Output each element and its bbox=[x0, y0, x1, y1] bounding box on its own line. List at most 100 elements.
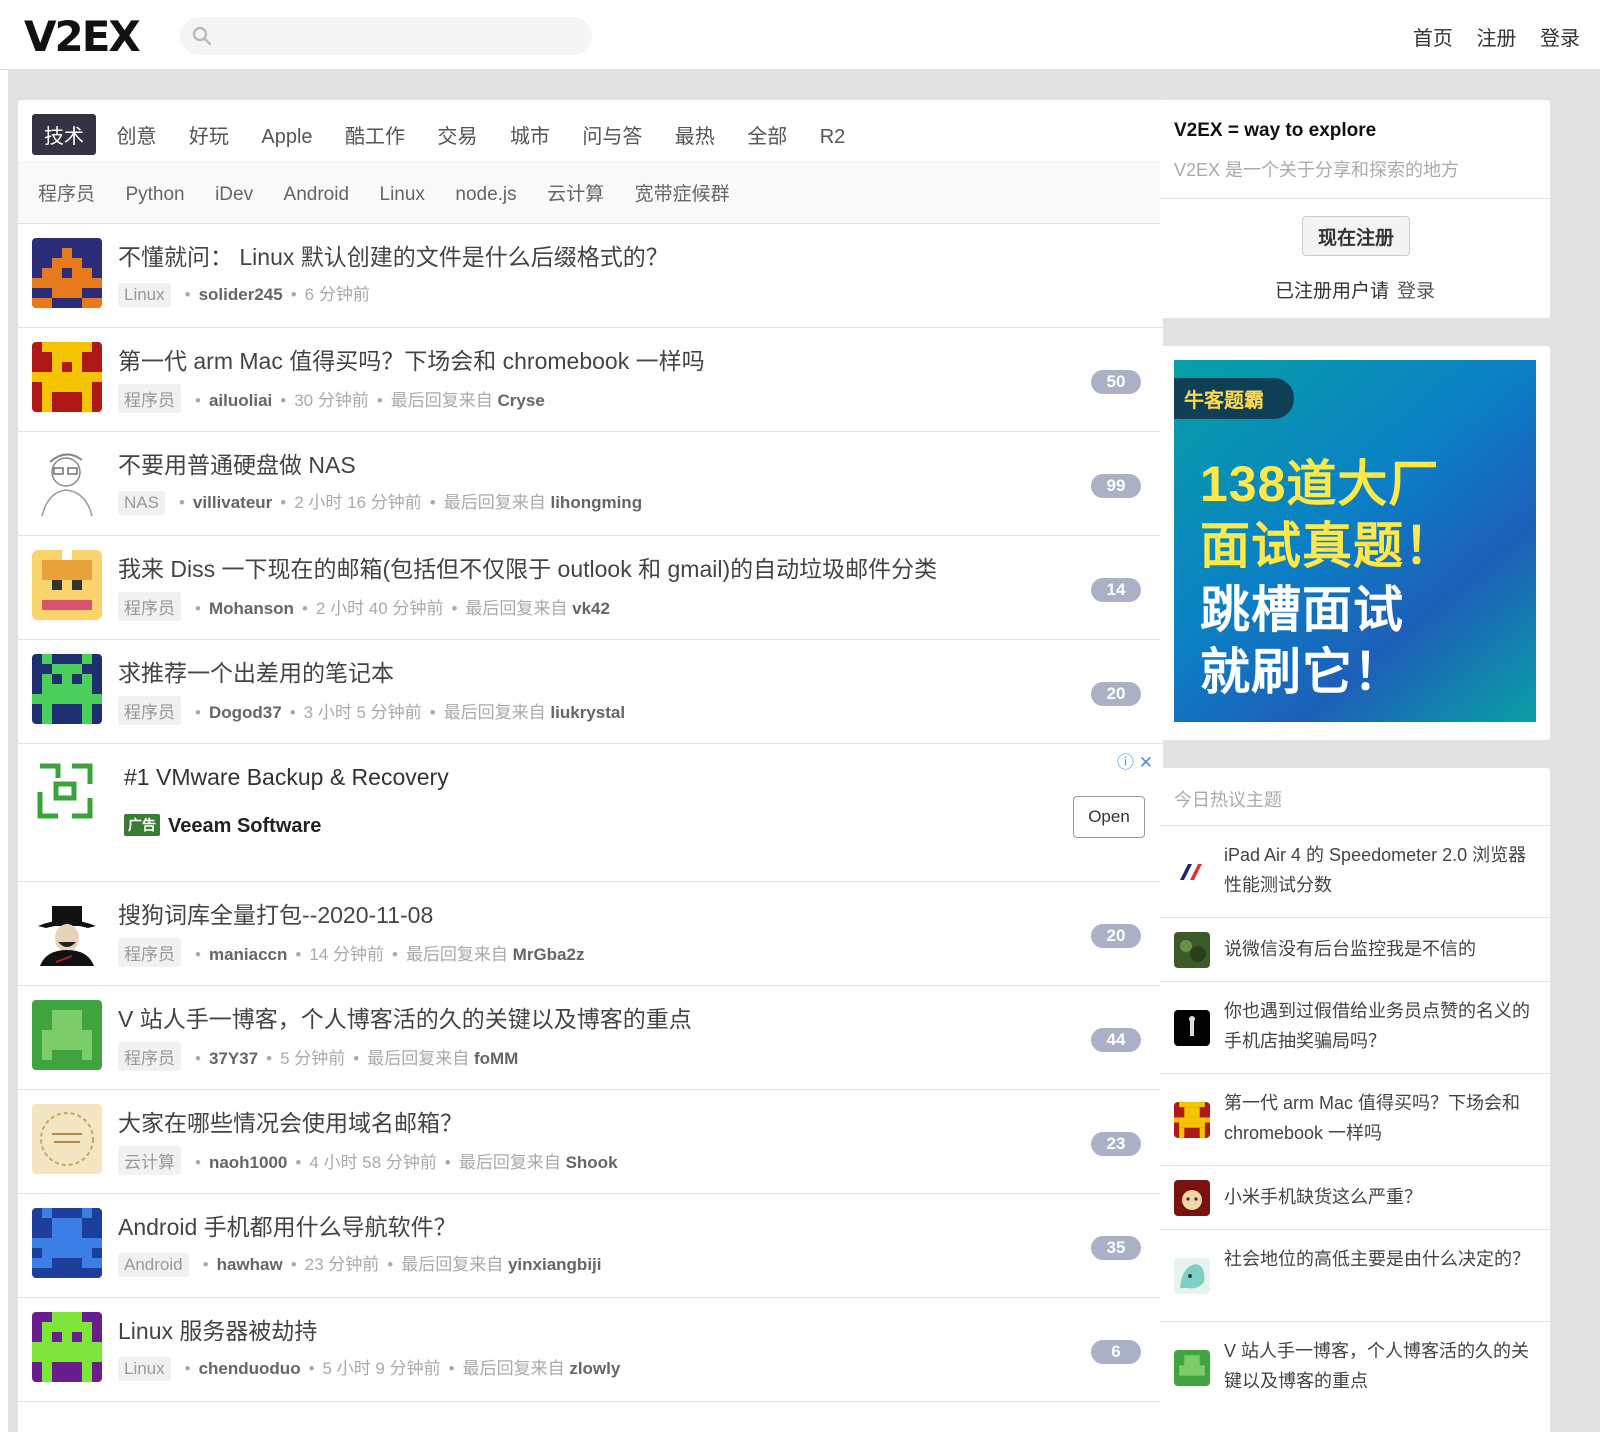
avatar[interactable] bbox=[1174, 854, 1210, 890]
login-link[interactable]: 登录 bbox=[1397, 281, 1435, 302]
author-link[interactable]: solider245 bbox=[199, 285, 283, 304]
node-tag[interactable]: Linux bbox=[118, 1357, 171, 1381]
avatar[interactable] bbox=[1174, 932, 1210, 968]
ad-sponsor-name[interactable]: Veeam Software bbox=[168, 815, 321, 837]
tab-city[interactable]: 城市 bbox=[498, 114, 562, 155]
avatar[interactable] bbox=[32, 1312, 102, 1382]
subtab-python[interactable]: Python bbox=[125, 184, 184, 206]
avatar[interactable] bbox=[1174, 1258, 1210, 1294]
hot-topic-title[interactable]: iPad Air 4 的 Speedometer 2.0 浏览器性能测试分数 bbox=[1224, 840, 1536, 900]
register-button[interactable]: 现在注册 bbox=[1302, 216, 1410, 256]
nav-register-link[interactable]: 注册 bbox=[1476, 28, 1516, 50]
topic-title[interactable]: Linux 服务器被劫持 bbox=[118, 1312, 317, 1346]
topic-title[interactable]: 我来 Diss 一下现在的邮箱(包括但不仅限于 outlook 和 gmail)… bbox=[118, 550, 937, 584]
tab-creative[interactable]: 创意 bbox=[104, 114, 168, 155]
node-tag[interactable]: Android bbox=[118, 1253, 189, 1277]
subtab-android[interactable]: Android bbox=[284, 184, 350, 206]
avatar[interactable] bbox=[32, 1104, 102, 1174]
avatar[interactable] bbox=[32, 238, 102, 308]
subtab-broadband[interactable]: 宽带症候群 bbox=[635, 179, 730, 206]
subtab-nodejs[interactable]: node.js bbox=[455, 184, 516, 206]
tab-qna[interactable]: 问与答 bbox=[570, 114, 654, 155]
reply-count-badge[interactable]: 20 bbox=[1091, 682, 1141, 706]
last-reply-user[interactable]: Cryse bbox=[498, 391, 545, 410]
node-tag[interactable]: 云计算 bbox=[118, 1146, 181, 1175]
node-tag[interactable]: 程序员 bbox=[118, 1042, 181, 1071]
site-logo[interactable]: V2EX bbox=[24, 12, 141, 61]
tab-r2[interactable]: R2 bbox=[808, 120, 858, 155]
hot-topic-title[interactable]: 说微信没有后台监控我是不信的 bbox=[1224, 934, 1536, 964]
author-link[interactable]: naoh1000 bbox=[209, 1153, 287, 1172]
node-tag[interactable]: 程序员 bbox=[118, 384, 181, 413]
avatar[interactable] bbox=[32, 342, 102, 412]
subtab-programmer[interactable]: 程序员 bbox=[38, 179, 95, 206]
tab-jobs[interactable]: 酷工作 bbox=[333, 114, 417, 155]
avatar[interactable] bbox=[32, 654, 102, 724]
topic-title[interactable]: V 站人手一博客，个人博客活的久的关键以及博客的重点 bbox=[118, 1000, 692, 1034]
node-tag[interactable]: 程序员 bbox=[118, 938, 181, 967]
tab-deals[interactable]: 交易 bbox=[425, 114, 489, 155]
hot-topic-title[interactable]: V 站人手一博客，个人博客活的久的关键以及博客的重点 bbox=[1224, 1336, 1536, 1396]
node-tag[interactable]: 程序员 bbox=[118, 592, 181, 621]
hot-topic-title[interactable]: 小米手机缺货这么严重？ bbox=[1224, 1182, 1536, 1212]
last-reply-user[interactable]: foMM bbox=[474, 1049, 518, 1068]
hot-topic-title[interactable]: 社会地位的高低主要是由什么决定的？ bbox=[1224, 1244, 1536, 1274]
reply-count-badge[interactable]: 14 bbox=[1091, 578, 1141, 602]
nav-home-link[interactable]: 首页 bbox=[1413, 28, 1453, 50]
node-tag[interactable]: NAS bbox=[118, 491, 165, 515]
avatar[interactable] bbox=[32, 1000, 102, 1070]
avatar[interactable] bbox=[1174, 1102, 1210, 1138]
tab-hot[interactable]: 最热 bbox=[663, 114, 727, 155]
sponsored-ad-row[interactable]: #1 VMware Backup & Recovery 广告 Veeam Soft… bbox=[18, 744, 1163, 882]
avatar[interactable] bbox=[32, 1208, 102, 1278]
last-reply-user[interactable]: vk42 bbox=[572, 599, 610, 618]
search-input[interactable] bbox=[224, 21, 574, 51]
avatar[interactable] bbox=[32, 896, 102, 966]
author-link[interactable]: hawhaw bbox=[217, 1255, 283, 1274]
ad-open-button[interactable]: Open bbox=[1073, 796, 1145, 838]
hot-topic-title[interactable]: 第一代 arm Mac 值得买吗？下场会和 chromebook 一样吗 bbox=[1224, 1088, 1536, 1148]
last-reply-user[interactable]: liukrystal bbox=[550, 703, 625, 722]
topic-title[interactable]: 求推荐一个出差用的笔记本 bbox=[118, 654, 394, 688]
search-box[interactable] bbox=[180, 17, 592, 55]
subtab-idev[interactable]: iDev bbox=[215, 184, 253, 206]
node-tag[interactable]: Linux bbox=[118, 283, 171, 307]
author-link[interactable]: ailuoliai bbox=[209, 391, 272, 410]
reply-count-badge[interactable]: 23 bbox=[1091, 1132, 1141, 1156]
topic-title[interactable]: Android 手机都用什么导航软件？ bbox=[118, 1208, 457, 1242]
tab-tech[interactable]: 技术 bbox=[32, 114, 96, 155]
reply-count-badge[interactable]: 6 bbox=[1091, 1340, 1141, 1364]
avatar[interactable] bbox=[1174, 1180, 1210, 1216]
topic-title[interactable]: 不要用普通硬盘做 NAS bbox=[118, 446, 356, 480]
subtab-cloud[interactable]: 云计算 bbox=[547, 179, 604, 206]
reply-count-badge[interactable]: 50 bbox=[1091, 370, 1141, 394]
topic-title[interactable]: 搜狗词库全量打包--2020-11-08 bbox=[118, 896, 433, 930]
last-reply-user[interactable]: lihongming bbox=[550, 493, 642, 512]
topic-title[interactable]: 大家在哪些情况会使用域名邮箱？ bbox=[118, 1104, 463, 1138]
last-reply-user[interactable]: yinxiangbiji bbox=[508, 1255, 602, 1274]
author-link[interactable]: Dogod37 bbox=[209, 703, 282, 722]
avatar[interactable] bbox=[32, 446, 102, 516]
author-link[interactable]: Mohanson bbox=[209, 599, 294, 618]
avatar[interactable] bbox=[1174, 1010, 1210, 1046]
author-link[interactable]: chenduoduo bbox=[199, 1359, 301, 1378]
avatar[interactable] bbox=[32, 550, 102, 620]
nav-login-link[interactable]: 登录 bbox=[1540, 28, 1580, 50]
ad-banner[interactable]: 牛客题霸 138道大厂 面试真题！ 跳槽面试 就刷它！ bbox=[1174, 360, 1536, 722]
reply-count-badge[interactable]: 20 bbox=[1091, 924, 1141, 948]
ad-title[interactable]: #1 VMware Backup & Recovery bbox=[124, 764, 449, 791]
topic-title[interactable]: 第一代 arm Mac 值得买吗？下场会和 chromebook 一样吗 bbox=[118, 342, 705, 376]
topic-title[interactable]: 不懂就问： Linux 默认创建的文件是什么后缀格式的？ bbox=[118, 238, 669, 272]
reply-count-badge[interactable]: 99 bbox=[1091, 474, 1141, 498]
author-link[interactable]: maniaccn bbox=[209, 945, 287, 964]
last-reply-user[interactable]: MrGba2z bbox=[513, 945, 585, 964]
last-reply-user[interactable]: Shook bbox=[566, 1153, 618, 1172]
author-link[interactable]: villivateur bbox=[193, 493, 272, 512]
reply-count-badge[interactable]: 35 bbox=[1091, 1236, 1141, 1260]
tab-play[interactable]: 好玩 bbox=[177, 114, 241, 155]
last-reply-user[interactable]: zlowly bbox=[569, 1359, 620, 1378]
node-tag[interactable]: 程序员 bbox=[118, 696, 181, 725]
hot-topic-title[interactable]: 你也遇到过假借给业务员点赞的名义的手机店抽奖骗局吗？ bbox=[1224, 996, 1536, 1056]
ad-info-close-icon[interactable]: ⓘ ✕ bbox=[1117, 748, 1153, 773]
subtab-linux[interactable]: Linux bbox=[380, 184, 425, 206]
